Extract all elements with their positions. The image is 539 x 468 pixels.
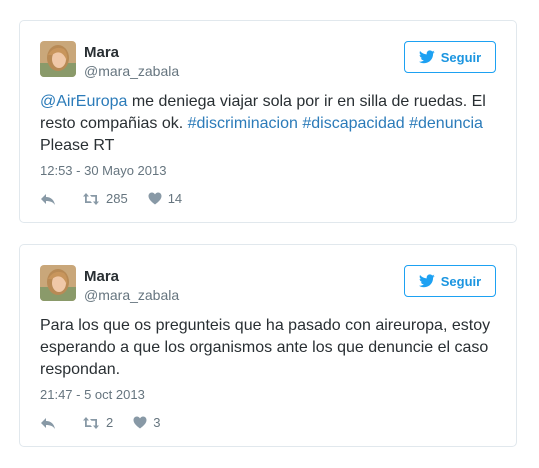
hashtag-link[interactable]: #denuncia	[409, 115, 483, 132]
tweet-text: @AirEuropa me deniega viajar sola por ir…	[40, 91, 496, 157]
like-count: 14	[167, 191, 183, 206]
reply-button[interactable]	[40, 192, 62, 206]
reply-button[interactable]	[40, 416, 62, 430]
retweet-icon	[83, 192, 99, 205]
author-handle[interactable]: @mara_zabala	[84, 287, 179, 303]
tweet-text-part: Please RT	[40, 137, 115, 154]
twitter-bird-icon	[418, 274, 435, 288]
avatar[interactable]	[40, 265, 76, 301]
tweet-card: Mara @mara_zabala Seguir @AirEuropa me d…	[19, 20, 517, 223]
heart-icon	[148, 192, 162, 205]
author-name[interactable]: Mara	[84, 268, 119, 285]
reply-icon	[41, 417, 55, 429]
author-handle[interactable]: @mara_zabala	[84, 63, 179, 79]
tweet-text: Para los que os pregunteis que ha pasado…	[40, 317, 491, 378]
follow-button[interactable]: Seguir	[404, 265, 496, 297]
tweet-timestamp[interactable]: 21:47 - 5 oct 2013	[40, 387, 145, 402]
retweet-button[interactable]: 2	[82, 415, 113, 430]
like-button[interactable]: 3	[133, 415, 160, 430]
retweet-icon	[83, 416, 99, 429]
follow-label: Seguir	[440, 273, 482, 289]
follow-label: Seguir	[440, 49, 482, 65]
tweet-card: Mara @mara_zabala Seguir Para los que os…	[19, 244, 517, 447]
like-button[interactable]: 14	[148, 191, 182, 206]
tweet-actions: 285 14	[40, 191, 202, 206]
author-name[interactable]: Mara	[84, 44, 119, 61]
heart-icon	[133, 416, 147, 429]
reply-icon	[41, 193, 55, 205]
like-count: 3	[153, 415, 161, 430]
hashtag-link[interactable]: #discapacidad	[302, 115, 404, 132]
follow-button[interactable]: Seguir	[404, 41, 496, 73]
hashtag-link[interactable]: #discriminacion	[188, 115, 298, 132]
tweet-timestamp[interactable]: 12:53 - 30 Mayo 2013	[40, 163, 166, 178]
avatar[interactable]	[40, 41, 76, 77]
retweet-count: 2	[106, 415, 114, 430]
mention-link[interactable]: @AirEuropa	[40, 93, 127, 110]
tweet-actions: 2 3	[40, 415, 180, 430]
twitter-bird-icon	[418, 50, 435, 64]
retweet-button[interactable]: 285	[82, 191, 128, 206]
retweet-count: 285	[106, 191, 128, 206]
